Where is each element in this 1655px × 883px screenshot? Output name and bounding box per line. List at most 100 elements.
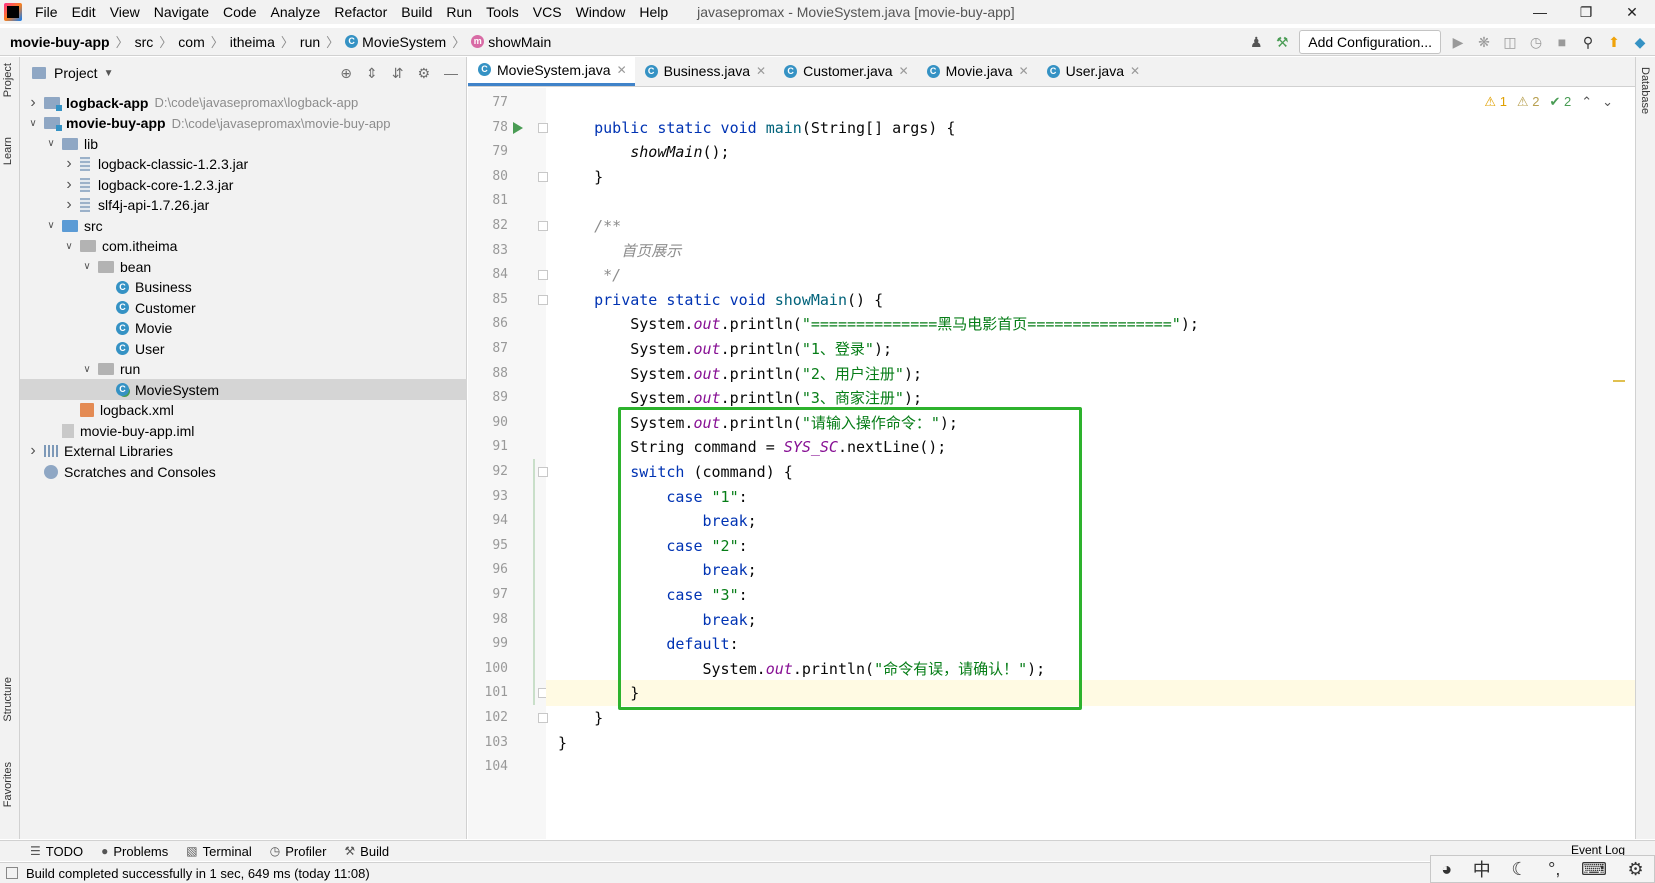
chevron-down-icon[interactable]: ∨ <box>80 261 94 272</box>
tree-item[interactable]: › logback-classic-1.2.3.jar <box>20 154 467 175</box>
project-panel-title[interactable]: Project <box>54 65 98 81</box>
editor-tab[interactable]: C MovieSystem.java ✕ <box>468 56 635 86</box>
fold-icon[interactable] <box>538 713 548 723</box>
ime-keyboard-icon[interactable]: ⌨ <box>1581 859 1607 880</box>
menu-tools[interactable]: Tools <box>479 0 526 24</box>
chevron-right-icon[interactable]: › <box>62 196 76 214</box>
menu-code[interactable]: Code <box>216 0 263 24</box>
scrollbar-marker[interactable] <box>1613 380 1625 382</box>
build-tool-button[interactable]: ⚒ Build <box>344 844 389 859</box>
tree-item[interactable]: ∨ com.itheima <box>20 236 467 257</box>
hide-icon[interactable]: — <box>444 65 458 82</box>
status-toggle-icon[interactable] <box>6 867 18 879</box>
code-editor[interactable]: 77 78 79 80 81 82 83 84 85 86 87 88 89 90 91 92 93 94 95 96… <box>468 88 1635 839</box>
debug-icon[interactable]: ❋ <box>1475 33 1493 51</box>
ime-logo-icon[interactable]: ◕ <box>1441 859 1452 880</box>
user-icon[interactable]: ♟ <box>1247 33 1265 51</box>
chevron-down-icon[interactable]: ∨ <box>44 138 58 149</box>
tree-item[interactable]: C Movie <box>20 318 467 339</box>
tree-item[interactable]: › slf4j-api-1.7.26.jar <box>20 195 467 216</box>
typo-indicator[interactable]: ✔ 2 <box>1549 94 1571 110</box>
update-icon[interactable]: ⬆ <box>1605 33 1623 51</box>
tree-item[interactable]: C MovieSystem <box>20 379 467 400</box>
ime-chinese-mode-icon[interactable]: 中 <box>1473 856 1491 882</box>
chevron-up-icon[interactable]: ⌃ <box>1581 94 1592 110</box>
editor-tab[interactable]: C Movie.java ✕ <box>917 56 1037 86</box>
close-tab-icon[interactable]: ✕ <box>1019 64 1029 78</box>
tree-item[interactable]: ∨ movie-buy-app D:\code\javasepromax\movie… <box>20 113 467 134</box>
chevron-down-icon[interactable]: ∨ <box>26 118 40 129</box>
terminal-tool-button[interactable]: ▧ Terminal <box>186 844 251 859</box>
menu-view[interactable]: View <box>103 0 147 24</box>
editor-tab[interactable]: C Business.java ✕ <box>635 56 774 86</box>
tree-item[interactable]: Scratches and Consoles <box>20 461 467 482</box>
menu-window[interactable]: Window <box>569 0 633 24</box>
ime-moon-icon[interactable]: ☾ <box>1511 859 1527 880</box>
close-tab-icon[interactable]: ✕ <box>1130 64 1140 78</box>
locate-icon[interactable]: ⊕ <box>340 65 352 82</box>
breadcrumb-itheima[interactable]: itheima <box>230 34 275 50</box>
menu-refactor[interactable]: Refactor <box>327 0 394 24</box>
fold-icon[interactable] <box>538 294 548 305</box>
restore-icon[interactable]: ❐ <box>1563 0 1609 24</box>
menu-build[interactable]: Build <box>394 0 439 24</box>
menu-run[interactable]: Run <box>439 0 479 24</box>
ime-settings-icon[interactable]: ⚙ <box>1628 859 1644 880</box>
tree-item[interactable]: C User <box>20 338 467 359</box>
close-tab-icon[interactable]: ✕ <box>756 64 766 78</box>
tree-item[interactable]: ∨ src <box>20 215 467 236</box>
fold-icon[interactable] <box>538 122 548 133</box>
todo-tool-button[interactable]: ☰ TODO <box>30 844 83 859</box>
structure-tool-tab[interactable]: Structure <box>2 677 14 722</box>
plugin-icon[interactable]: ◆ <box>1631 33 1649 51</box>
chevron-down-icon[interactable]: ∨ <box>80 364 94 375</box>
tree-item[interactable]: movie-buy-app.iml <box>20 420 467 441</box>
problems-tool-button[interactable]: ● Problems <box>101 844 168 859</box>
project-tool-tab[interactable]: Project <box>2 63 14 97</box>
fold-icon[interactable] <box>538 270 548 281</box>
chevron-down-icon[interactable]: ∨ <box>44 220 58 231</box>
menu-edit[interactable]: Edit <box>65 0 103 24</box>
weak-warning-indicator[interactable]: ⚠ 2 <box>1517 94 1540 110</box>
chevron-down-icon[interactable]: ▼ <box>104 68 114 79</box>
inspection-widget[interactable]: ⚠ 1 ⚠ 2 ✔ 2 ⌃ ⌄ <box>1484 94 1613 110</box>
chevron-down-icon[interactable]: ∨ <box>62 241 76 252</box>
database-tool-tab[interactable]: Database <box>1639 67 1651 114</box>
chevron-right-icon[interactable]: › <box>62 176 76 194</box>
fold-icon[interactable] <box>538 467 548 477</box>
run-icon[interactable]: ▶ <box>1449 33 1467 51</box>
tree-item[interactable]: › logback-core-1.2.3.jar <box>20 174 467 195</box>
tree-item[interactable]: › External Libraries <box>20 441 467 462</box>
tree-item[interactable]: ∨ lib <box>20 133 467 154</box>
menu-navigate[interactable]: Navigate <box>147 0 216 24</box>
search-icon[interactable]: ⚲ <box>1579 33 1597 51</box>
tree-item[interactable]: logback.xml <box>20 400 467 421</box>
editor-tab[interactable]: C User.java ✕ <box>1037 56 1148 86</box>
chevron-down-icon[interactable]: ⌄ <box>1602 94 1613 110</box>
chevron-right-icon[interactable]: › <box>26 442 40 460</box>
expand-all-icon[interactable]: ⇕ <box>366 65 378 82</box>
ime-punctuation-icon[interactable]: °, <box>1548 859 1560 880</box>
breadcrumb-src[interactable]: src <box>135 34 154 50</box>
coverage-icon[interactable]: ◫ <box>1501 33 1519 51</box>
tree-item[interactable]: ∨ run <box>20 359 467 380</box>
favorites-tool-tab[interactable]: Favorites <box>2 762 14 807</box>
tree-item[interactable]: ∨ bean <box>20 256 467 277</box>
warning-indicator[interactable]: ⚠ 1 <box>1484 94 1507 110</box>
close-tab-icon[interactable]: ✕ <box>899 64 909 78</box>
close-tab-icon[interactable]: ✕ <box>617 63 627 77</box>
vcs-change-marker[interactable] <box>533 459 535 705</box>
chevron-right-icon[interactable]: › <box>62 155 76 173</box>
fold-icon[interactable] <box>538 221 548 231</box>
fold-icon[interactable] <box>538 171 548 182</box>
minimize-icon[interactable]: — <box>1517 0 1563 24</box>
stop-icon[interactable]: ■ <box>1553 33 1571 51</box>
breadcrumb-class[interactable]: C MovieSystem <box>345 34 446 50</box>
learn-tool-tab[interactable]: Learn <box>2 137 14 165</box>
profile-icon[interactable]: ◷ <box>1527 33 1545 51</box>
breadcrumb-project[interactable]: movie-buy-app <box>10 34 110 50</box>
gear-icon[interactable]: ⚙ <box>417 65 430 82</box>
menu-vcs[interactable]: VCS <box>526 0 569 24</box>
tree-item[interactable]: C Customer <box>20 297 467 318</box>
menu-analyze[interactable]: Analyze <box>264 0 328 24</box>
